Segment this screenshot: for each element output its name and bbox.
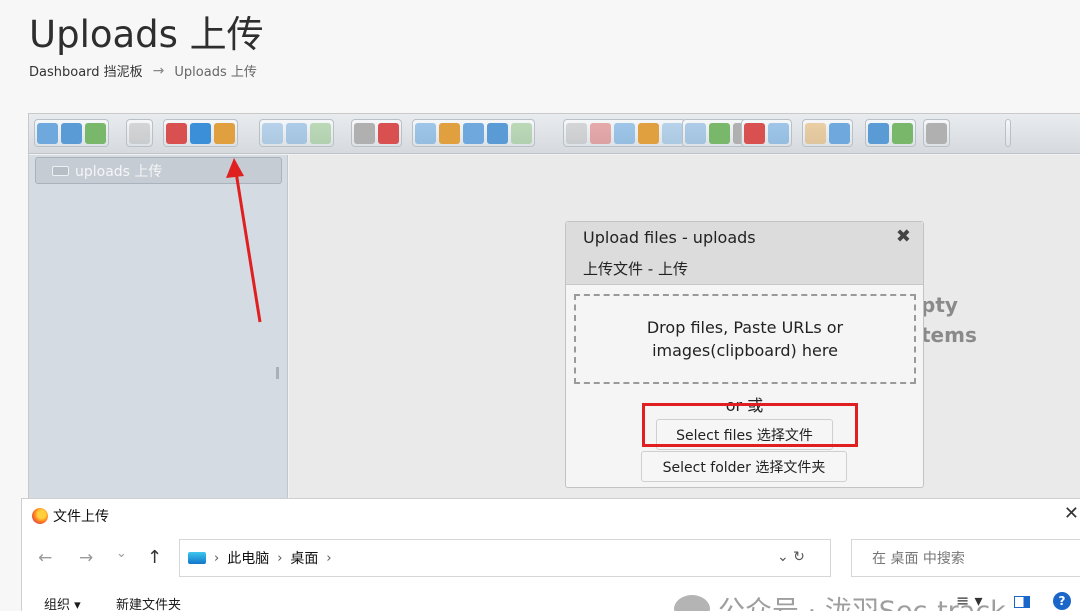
breadcrumb-uploads: Uploads 上传	[174, 65, 257, 80]
file-dialog-commandbar: 组织 ▾ 新建文件夹 ≡ ▾ ?	[22, 591, 1080, 611]
file-open-dialog: 文件上传 ✕ ← → ⌄ ↑ › 此电脑 › 桌面 › ⌄ ↻ 在 桌面 中搜索…	[21, 498, 1080, 611]
toolbar-group	[259, 119, 334, 147]
preview-icon[interactable]	[262, 122, 283, 144]
drop-zone[interactable]: Drop files, Paste URLs or images(clipboa…	[574, 294, 916, 384]
toolbar-group	[1005, 119, 1011, 147]
toolbar-group	[802, 119, 853, 147]
paste-icon[interactable]	[463, 122, 484, 144]
close-icon[interactable]: ✕	[1064, 503, 1079, 524]
folder-icon	[188, 552, 206, 564]
duplicate-icon[interactable]	[566, 122, 587, 144]
back-icon[interactable]: ←	[38, 548, 52, 568]
extract-icon[interactable]	[768, 122, 789, 144]
forward-icon[interactable]	[61, 122, 82, 144]
refresh-icon[interactable]: ⌄ ↻	[777, 549, 805, 565]
rename-icon[interactable]	[590, 122, 611, 144]
file-dialog-title: 文件上传	[53, 509, 109, 525]
annotation-highlight-box	[642, 403, 858, 447]
back-icon[interactable]	[37, 122, 58, 144]
chevron-right-icon: ›	[214, 550, 220, 566]
select-icon[interactable]	[310, 122, 331, 144]
sidebar-resize-handle[interactable]	[276, 367, 279, 379]
firefox-icon	[32, 508, 48, 524]
breadcrumb-dashboard[interactable]: Dashboard 挡泥板	[29, 61, 143, 80]
cut-icon[interactable]	[439, 122, 460, 144]
sidebar: uploads 上传	[29, 155, 288, 512]
details-view-icon[interactable]	[868, 122, 889, 144]
search-input[interactable]: 在 桌面 中搜索	[851, 539, 1080, 577]
drop-zone-text-2: images(clipboard) here	[652, 341, 838, 360]
info-icon[interactable]	[744, 122, 765, 144]
copy-icon[interactable]	[415, 122, 436, 144]
forward-icon[interactable]: →	[79, 548, 93, 568]
chevron-right-icon: ›	[277, 550, 283, 566]
new-folder-button[interactable]: 新建文件夹	[116, 594, 181, 611]
upload-dialog: Upload files - uploads 上传文件 - 上传 ✖ Drop …	[565, 221, 924, 488]
breadcrumb: Dashboard 挡泥板 → Uploads 上传	[29, 61, 257, 81]
toolbar	[29, 114, 1080, 154]
upload-dialog-header[interactable]: Upload files - uploads 上传文件 - 上传 ✖	[566, 222, 923, 285]
recent-locations-icon[interactable]: ⌄	[116, 546, 127, 561]
drop-zone-text-1: Drop files, Paste URLs or	[646, 318, 844, 337]
fullscreen-icon[interactable]	[926, 122, 947, 144]
empty-icon[interactable]	[511, 122, 532, 144]
file-dialog-nav: ← → ⌄ ↑ › 此电脑 › 桌面 › ⌄ ↻ 在 桌面 中搜索 公众号 · …	[22, 539, 1080, 611]
help-icon[interactable]: ?	[1053, 592, 1071, 610]
upload-dialog-subtitle: 上传文件 - 上传	[583, 260, 688, 278]
toolbar-group	[741, 119, 792, 147]
tree-root-label: uploads 上传	[75, 163, 163, 180]
toolbar-group	[563, 119, 686, 147]
organize-menu[interactable]: 组织 ▾	[44, 594, 81, 611]
resize-icon[interactable]	[638, 122, 659, 144]
archive-icon[interactable]	[805, 122, 826, 144]
breadcrumb-separator: →	[152, 62, 165, 79]
upload-dialog-title: Upload files - uploads	[583, 228, 756, 247]
toolbar-group	[163, 119, 238, 147]
toolbar-group	[865, 119, 916, 147]
help-icon[interactable]	[892, 122, 913, 144]
address-bar[interactable]: › 此电脑 › 桌面 ›	[179, 539, 831, 577]
select-all-icon[interactable]	[662, 122, 683, 144]
close-icon[interactable]: ✖	[896, 226, 911, 247]
drive-icon	[52, 165, 69, 176]
tree-root-uploads[interactable]: uploads 上传	[35, 157, 282, 184]
invert-icon[interactable]	[709, 122, 730, 144]
chevron-right-icon: ›	[326, 550, 332, 566]
up-icon[interactable]: ↑	[147, 547, 162, 568]
file-dialog-titlebar: 文件上传 ✕	[22, 499, 1080, 531]
page-title: Uploads 上传	[29, 13, 264, 56]
toolbar-group	[923, 119, 950, 147]
select-folder-button[interactable]: Select folder 选择文件夹	[641, 451, 847, 482]
list-view-icon[interactable]	[829, 122, 850, 144]
toolbar-group	[34, 119, 109, 147]
preview-pane-icon[interactable]	[1014, 596, 1030, 608]
new-file-icon[interactable]	[190, 122, 211, 144]
delete-icon[interactable]	[487, 122, 508, 144]
up-icon[interactable]	[85, 122, 106, 144]
undo-icon[interactable]	[354, 122, 375, 144]
address-desktop[interactable]: 桌面	[290, 548, 318, 568]
empty-folder-text-2: tems	[921, 323, 977, 347]
empty-folder-text: pty	[921, 293, 958, 317]
save-as-icon[interactable]	[286, 122, 307, 144]
toolbar-group	[412, 119, 535, 147]
view-menu-icon[interactable]: ≡ ▾	[956, 591, 983, 610]
save-icon[interactable]	[214, 122, 235, 144]
address-this-pc[interactable]: 此电脑	[227, 548, 269, 568]
edit-icon[interactable]	[614, 122, 635, 144]
redo-icon[interactable]	[378, 122, 399, 144]
open-icon[interactable]	[166, 122, 187, 144]
toolbar-group	[126, 119, 153, 147]
select-none-icon[interactable]	[685, 122, 706, 144]
toolbar-group	[351, 119, 402, 147]
computer-icon[interactable]	[129, 122, 150, 144]
